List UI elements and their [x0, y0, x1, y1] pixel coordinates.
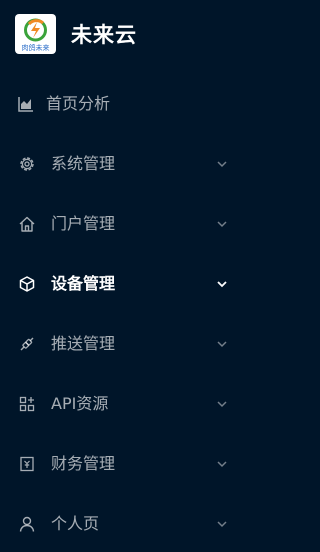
menu-item-devices[interactable]: 设备管理	[0, 262, 246, 306]
menu-item-api[interactable]: API资源	[0, 382, 246, 426]
menu-item-label: 门户管理	[51, 214, 116, 233]
menu-item-dashboard[interactable]: 首页分析	[0, 82, 246, 126]
gear-icon	[18, 155, 36, 173]
cube-icon	[18, 275, 36, 293]
app-title: 未来云	[71, 23, 137, 47]
menu-item-label: API资源	[51, 394, 109, 413]
menu-item-portal[interactable]: 门户管理	[0, 202, 246, 246]
menu-item-label: 首页分析	[46, 94, 111, 113]
chevron-down-icon[interactable]	[215, 218, 229, 230]
chevron-down-icon[interactable]	[215, 278, 229, 290]
chevron-down-icon[interactable]	[215, 158, 229, 170]
chevron-down-icon[interactable]	[215, 518, 229, 530]
menu-item-label: 推送管理	[51, 334, 116, 353]
apps-grid-icon	[18, 395, 36, 413]
api-plug-icon	[18, 335, 36, 353]
menu-item-label: 设备管理	[51, 274, 116, 293]
menu-item-finance[interactable]: 财务管理	[0, 442, 246, 486]
chevron-down-icon[interactable]	[215, 458, 229, 470]
area-chart-icon	[17, 95, 35, 113]
chevron-down-icon[interactable]	[215, 338, 229, 350]
app-logo: 肉鸽未来	[15, 14, 56, 54]
sidebar: 肉鸽未来 未来云 首页分析 系统管理 门户管理 设备管理 推送管理 API资源 …	[0, 0, 246, 552]
user-icon	[18, 515, 36, 533]
brand-header[interactable]: 肉鸽未来 未来云	[0, 0, 246, 70]
menu-item-push[interactable]: 推送管理	[0, 322, 246, 366]
menu-item-label: 系统管理	[51, 154, 116, 173]
svg-text:肉鸽未来: 肉鸽未来	[22, 43, 50, 52]
menu-item-label: 个人页	[51, 514, 100, 533]
money-ticket-icon	[18, 455, 36, 473]
chevron-down-icon[interactable]	[215, 398, 229, 410]
menu-item-label: 财务管理	[51, 454, 116, 473]
menu-item-profile[interactable]: 个人页	[0, 502, 246, 546]
menu-item-system[interactable]: 系统管理	[0, 142, 246, 186]
home-icon	[18, 215, 36, 233]
